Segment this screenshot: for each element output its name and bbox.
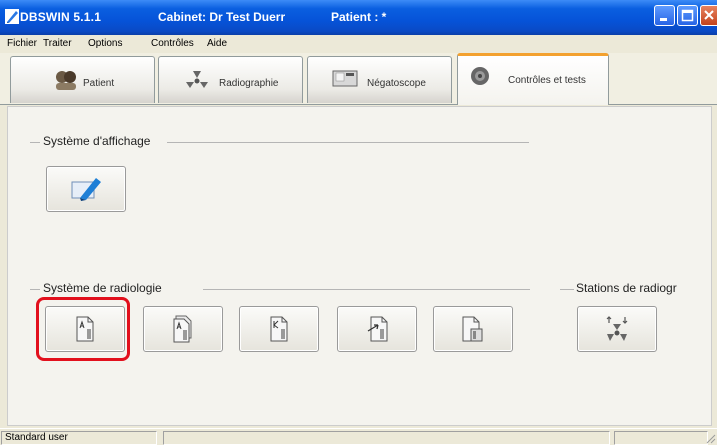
radiology-test-button-3[interactable]	[239, 306, 319, 352]
maximize-icon	[681, 9, 694, 22]
menu-fichier[interactable]: Fichier	[7, 38, 37, 49]
menu-bar: Fichier Traiter Options Contrôles Aide	[0, 35, 717, 53]
tab-bar: Patient Radiographie Négatoscope Contrôl…	[0, 53, 717, 105]
monitor-test-icon	[71, 178, 101, 201]
group-label-display: Système d'affichage	[43, 134, 151, 148]
group-label-stations: Stations de radiogr	[576, 281, 677, 295]
menu-options[interactable]: Options	[88, 38, 122, 49]
minimize-icon	[660, 18, 667, 21]
group-divider	[30, 142, 40, 143]
cabinet-title: Cabinet: Dr Test Duerr	[158, 10, 286, 24]
group-divider	[30, 289, 40, 290]
group-divider	[167, 142, 529, 143]
radiation-stations-icon	[606, 316, 628, 341]
radiation-icon	[186, 71, 208, 88]
radiology-test-button-5[interactable]	[433, 306, 513, 352]
viewer-icon	[332, 70, 358, 87]
app-window: DBSWIN 5.1.1 Cabinet: Dr Test Duerr Pati…	[0, 0, 717, 445]
title-bar[interactable]: DBSWIN 5.1.1 Cabinet: Dr Test Duerr Pati…	[0, 0, 717, 35]
document-a-stack-icon	[173, 315, 192, 343]
radiology-test-button-2[interactable]	[143, 306, 223, 352]
menu-traiter[interactable]: Traiter	[43, 38, 72, 49]
menu-aide[interactable]: Aide	[207, 38, 227, 49]
patient-icon	[56, 71, 76, 90]
tab-label: Patient	[83, 78, 115, 89]
group-divider	[203, 289, 530, 290]
tab-controles-tests[interactable]: Contrôles et tests	[457, 53, 609, 105]
menu-controles[interactable]: Contrôles	[151, 38, 194, 49]
document-arrow-icon	[367, 316, 388, 342]
radiology-test-button-4[interactable]	[337, 306, 417, 352]
tab-radiographie[interactable]: Radiographie	[158, 56, 303, 103]
status-message-cell	[163, 431, 610, 445]
status-bar: Standard user	[0, 428, 717, 445]
status-user-cell: Standard user	[1, 431, 157, 445]
stations-radiography-button[interactable]	[577, 306, 657, 352]
highlight-box	[36, 297, 130, 361]
resize-grip-icon[interactable]	[704, 432, 716, 444]
close-icon	[704, 10, 714, 20]
group-label-radiology: Système de radiologie	[43, 281, 162, 295]
test-icon	[471, 67, 489, 85]
status-extra-cell	[614, 431, 708, 445]
app-title: DBSWIN 5.1.1	[20, 10, 102, 24]
document-k-icon	[270, 316, 288, 342]
status-user: Standard user	[5, 432, 68, 443]
app-logo-icon	[5, 9, 19, 24]
minimize-button[interactable]	[654, 5, 675, 26]
main-panel	[7, 106, 712, 426]
close-button[interactable]	[700, 5, 717, 26]
tab-label: Radiographie	[219, 78, 279, 89]
tab-label: Négatoscope	[367, 78, 426, 89]
display-system-button[interactable]	[46, 166, 126, 212]
patient-title: Patient : *	[331, 10, 387, 24]
tab-label: Contrôles et tests	[508, 75, 586, 86]
tab-negatoscope[interactable]: Négatoscope	[307, 56, 452, 103]
group-divider	[560, 289, 574, 290]
maximize-button[interactable]	[677, 5, 698, 26]
document-copy-icon	[462, 316, 483, 342]
tab-patient[interactable]: Patient	[10, 56, 155, 103]
